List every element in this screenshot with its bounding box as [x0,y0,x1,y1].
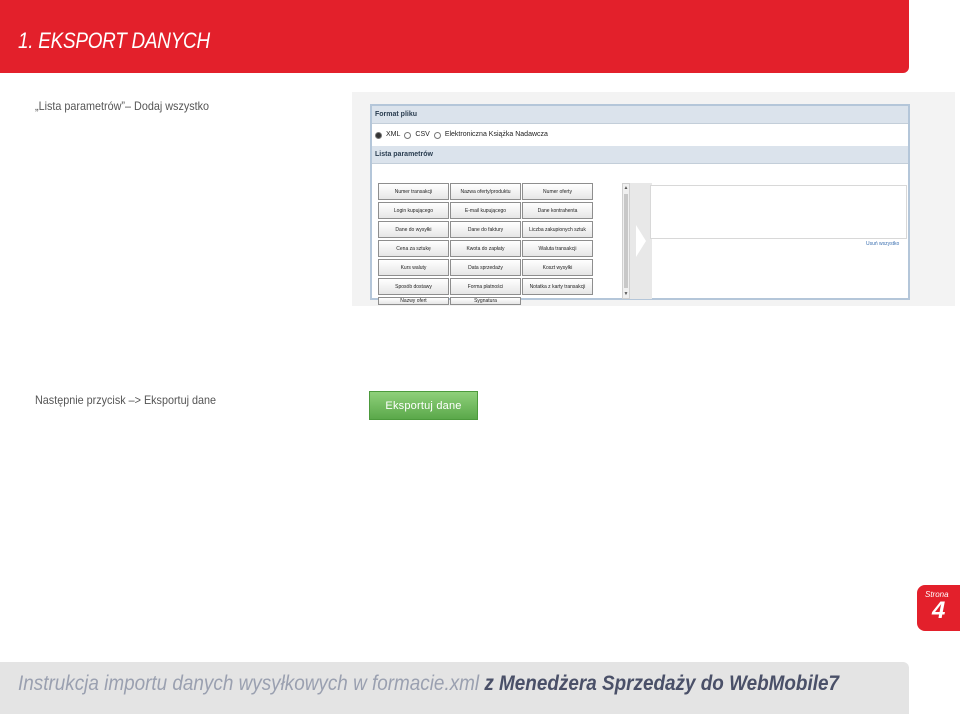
param-list-scrollbar[interactable]: ▲ ▼ [622,183,630,299]
scroll-down-icon[interactable]: ▼ [623,290,629,298]
step-1-text: „Lista parametrów”– Dodaj wszystko [35,99,210,113]
format-header: Format pliku [372,106,908,124]
param-button[interactable]: Dane do faktury [450,221,521,238]
param-button-grid: Numer transakcji Nazwa oferty/produktu N… [378,183,593,305]
param-button[interactable]: Kurs waluty [378,259,449,276]
page-number: 4 [932,597,946,624]
param-button[interactable]: Liczba zakupionych sztuk [522,221,593,238]
footer-text: Instrukcja importu danych wysyłkowych w … [18,672,839,696]
param-button[interactable]: Forma płatności [450,278,521,295]
footer-bold-text: z Menedżera Sprzedaży do WebMobile7 [484,672,839,695]
scroll-thumb[interactable] [624,194,628,288]
param-button[interactable]: Data sprzedaży [450,259,521,276]
param-button[interactable]: E-mail kupującego [450,202,521,219]
param-button[interactable]: Notatka z karty transakcji [522,278,593,295]
screenshot-parameters: Format pliku XML CSV Elektroniczna Książ… [352,92,955,306]
param-button[interactable]: Nazwa oferty/produktu [450,183,521,200]
format-radio-csv[interactable] [404,131,412,139]
footer-bar: Instrukcja importu danych wysyłkowych w … [0,662,909,714]
param-button[interactable]: Cena za sztukę [378,240,449,257]
header-bar: 1. EKSPORT DANYCH [0,0,909,73]
remove-all-link[interactable]: Usuń wszystko [866,241,899,247]
footer-light-text: Instrukcja importu danych wysyłkowych w … [18,672,480,695]
add-arrow-icon[interactable] [630,183,652,299]
format-label-ekn: Elektroniczna Książka Nadawcza [444,131,548,138]
param-button[interactable]: Dane kontrahenta [522,202,593,219]
param-button[interactable]: Login kupującego [378,202,449,219]
format-options: XML CSV Elektroniczna Książka Nadawcza [372,124,908,146]
param-button[interactable]: Kwota do zapłaty [450,240,521,257]
format-label-xml: XML [386,131,401,138]
param-button[interactable]: Koszt wysyłki [522,259,593,276]
param-button[interactable]: Waluta transakcji [522,240,593,257]
export-data-button[interactable]: Eksportuj dane [369,391,478,420]
scroll-up-icon[interactable]: ▲ [623,184,629,192]
page-number-tag: Strona 4 [917,585,960,631]
format-label-csv: CSV [415,131,430,138]
format-radio-ekn[interactable] [433,131,441,139]
params-header: Lista parametrów [372,146,908,164]
export-panel: Format pliku XML CSV Elektroniczna Książ… [370,104,910,305]
param-button[interactable]: Sygnatura [450,297,521,305]
page-title: 1. EKSPORT DANYCH [18,28,210,53]
param-button[interactable]: Dane do wysyłki [378,221,449,238]
step-2-text: Następnie przycisk –> Eksportuj dane [35,393,216,407]
param-button[interactable]: Sposób dostawy [378,278,449,295]
param-button[interactable]: Nazwy ofert [378,297,449,305]
selected-params-box [650,185,907,239]
format-radio-xml[interactable] [375,131,382,139]
param-button[interactable]: Numer transakcji [378,183,449,200]
param-button[interactable]: Numer oferty [522,183,593,200]
